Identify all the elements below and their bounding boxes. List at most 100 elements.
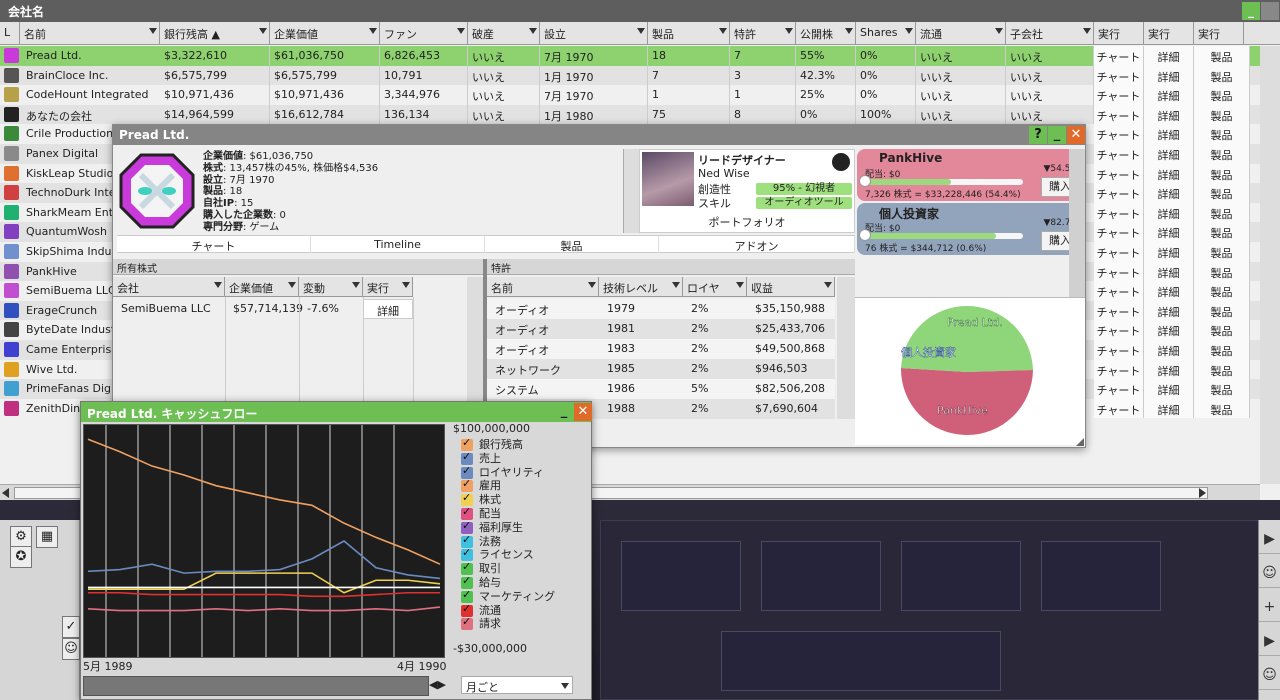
- detail-button[interactable]: 詳細: [1144, 320, 1194, 340]
- products-button[interactable]: 製品: [1194, 104, 1250, 125]
- legend-item[interactable]: 売上: [459, 450, 589, 466]
- holder-slider-knob[interactable]: [859, 175, 871, 187]
- patent-column-header[interactable]: 収益: [747, 277, 835, 297]
- chart-button[interactable]: チャート: [1094, 144, 1144, 164]
- products-button[interactable]: 製品: [1194, 359, 1250, 380]
- period-select[interactable]: 月ごと: [461, 676, 573, 694]
- company-name[interactable]: Crile Production: [22, 124, 117, 143]
- products-button[interactable]: 製品: [1194, 65, 1250, 86]
- column-header[interactable]: 実行: [1194, 22, 1244, 45]
- detail-button[interactable]: 詳細: [1144, 281, 1194, 301]
- close-button[interactable]: ✕: [574, 403, 592, 421]
- company-name[interactable]: SharkMeam Ent: [22, 203, 117, 222]
- company-name[interactable]: ByteDate Indust: [22, 320, 119, 339]
- column-header[interactable]: 破産: [468, 22, 540, 45]
- owned-row[interactable]: SemiBuema LLC $57,714,139 -7.6% 詳細: [113, 299, 413, 319]
- chevron-down-icon[interactable]: [1083, 28, 1091, 34]
- chart-button[interactable]: チャート: [1094, 261, 1144, 282]
- minimize-button[interactable]: _: [555, 403, 573, 421]
- people-icon[interactable]: ☺: [1259, 558, 1280, 588]
- table-row[interactable]: BrainCloce Inc. $6,575,799 $6,575,799 10,79…: [0, 65, 1260, 86]
- tab-1[interactable]: Timeline: [311, 236, 485, 253]
- chart-scrollbar[interactable]: [83, 676, 429, 696]
- portfolio-button[interactable]: ポートフォリオ: [640, 214, 854, 230]
- help-button[interactable]: ?: [1029, 126, 1047, 144]
- detail-button[interactable]: 詳細: [1144, 379, 1194, 399]
- legend-item[interactable]: 給与: [459, 574, 589, 590]
- holder-slider-knob[interactable]: [859, 229, 871, 241]
- chart-button[interactable]: チャート: [1094, 398, 1144, 419]
- products-button[interactable]: 製品: [1194, 163, 1250, 184]
- legend-item[interactable]: 株式: [459, 491, 589, 507]
- chevron-down-icon[interactable]: [259, 28, 267, 34]
- legend-item[interactable]: 雇用: [459, 477, 589, 493]
- products-button[interactable]: 製品: [1194, 379, 1250, 399]
- chart-button[interactable]: チャート: [1094, 85, 1144, 105]
- chevron-down-icon[interactable]: [736, 282, 744, 288]
- group-icon[interactable]: ☺: [1259, 660, 1280, 690]
- company-name[interactable]: SemiBuema LLC: [22, 281, 120, 300]
- play-icon[interactable]: ▶: [1259, 524, 1280, 554]
- chart-button[interactable]: チャート: [1094, 281, 1144, 301]
- company-name[interactable]: KiskLeap Studio: [22, 164, 117, 183]
- owned-column-header[interactable]: 企業価値: [225, 277, 299, 297]
- window-control-button[interactable]: [1261, 2, 1279, 20]
- owned-column-header[interactable]: 会社: [113, 277, 225, 297]
- tab-0[interactable]: チャート: [117, 236, 311, 253]
- chart-button[interactable]: チャート: [1094, 242, 1144, 262]
- column-header[interactable]: 子会社: [1006, 22, 1094, 45]
- detail-button[interactable]: 詳細: [1144, 104, 1194, 125]
- chevron-down-icon[interactable]: [529, 28, 537, 34]
- patent-row[interactable]: システム 1986 5% $82,506,208: [487, 379, 835, 399]
- company-name[interactable]: Came Enterprise: [22, 340, 122, 359]
- award-icon[interactable]: ✪: [10, 546, 32, 568]
- legend-item[interactable]: マーケティング: [459, 588, 589, 604]
- chevron-down-icon[interactable]: [149, 28, 157, 34]
- detail-button[interactable]: 詳細: [1144, 46, 1194, 66]
- company-name[interactable]: Wive Ltd.: [22, 360, 81, 379]
- table-row[interactable]: CodeHount Integrated $10,971,436 $10,971,4…: [0, 85, 1260, 105]
- products-button[interactable]: 製品: [1194, 183, 1250, 203]
- spy-icon[interactable]: [832, 153, 850, 171]
- scroll-left-icon[interactable]: [2, 488, 9, 498]
- forward-icon[interactable]: ▶: [1259, 626, 1280, 656]
- detail-button[interactable]: 詳細: [1144, 398, 1194, 419]
- minimize-button[interactable]: _: [1048, 126, 1066, 144]
- chevron-down-icon[interactable]: [995, 28, 1003, 34]
- chart-button[interactable]: チャート: [1094, 202, 1144, 223]
- box-icon[interactable]: ▦: [36, 526, 58, 548]
- detail-button[interactable]: 詳細: [1144, 222, 1194, 242]
- chart-scroll-arrows[interactable]: ◀▶: [429, 678, 449, 694]
- chart-button[interactable]: チャート: [1094, 104, 1144, 125]
- patent-row[interactable]: ネットワーク 1985 2% $946,503: [487, 359, 835, 379]
- chart-button[interactable]: チャート: [1094, 320, 1144, 340]
- company-name[interactable]: CodeHount Integrated: [22, 85, 153, 104]
- chevron-down-icon[interactable]: [457, 28, 465, 34]
- detail-button[interactable]: 詳細: [1144, 144, 1194, 164]
- company-name[interactable]: Panex Digital: [22, 144, 102, 163]
- detail-button[interactable]: 詳細: [1144, 300, 1194, 321]
- chevron-down-icon[interactable]: [214, 282, 222, 288]
- patent-row[interactable]: オーディオ 1983 2% $49,500,868: [487, 339, 835, 359]
- products-button[interactable]: 製品: [1194, 320, 1250, 340]
- scroll-right-icon[interactable]: [1199, 488, 1206, 498]
- person-icon[interactable]: ☺: [62, 638, 80, 660]
- chart-button[interactable]: チャート: [1094, 340, 1144, 360]
- column-header[interactable]: 製品: [648, 22, 730, 45]
- tab-3[interactable]: アドオン: [659, 236, 855, 253]
- table-row[interactable]: Pread Ltd. $3,322,610 $61,036,750 6,826,453…: [0, 46, 1260, 66]
- chevron-down-icon[interactable]: [369, 28, 377, 34]
- detail-button[interactable]: 詳細: [1144, 340, 1194, 360]
- chevron-down-icon[interactable]: [288, 282, 296, 288]
- legend-item[interactable]: 流通: [459, 602, 589, 618]
- detail-button[interactable]: 詳細: [1144, 183, 1194, 203]
- detail-button[interactable]: 詳細: [1144, 124, 1194, 144]
- column-header[interactable]: 実行: [1094, 22, 1144, 45]
- patent-column-header[interactable]: 技術レベル: [599, 277, 683, 297]
- chevron-down-icon[interactable]: [588, 282, 596, 288]
- patent-column-header[interactable]: 名前: [487, 277, 599, 297]
- products-button[interactable]: 製品: [1194, 242, 1250, 262]
- build-icon[interactable]: ⚙: [10, 526, 32, 548]
- tab-2[interactable]: 製品: [485, 236, 659, 253]
- chevron-down-icon[interactable]: [352, 282, 360, 288]
